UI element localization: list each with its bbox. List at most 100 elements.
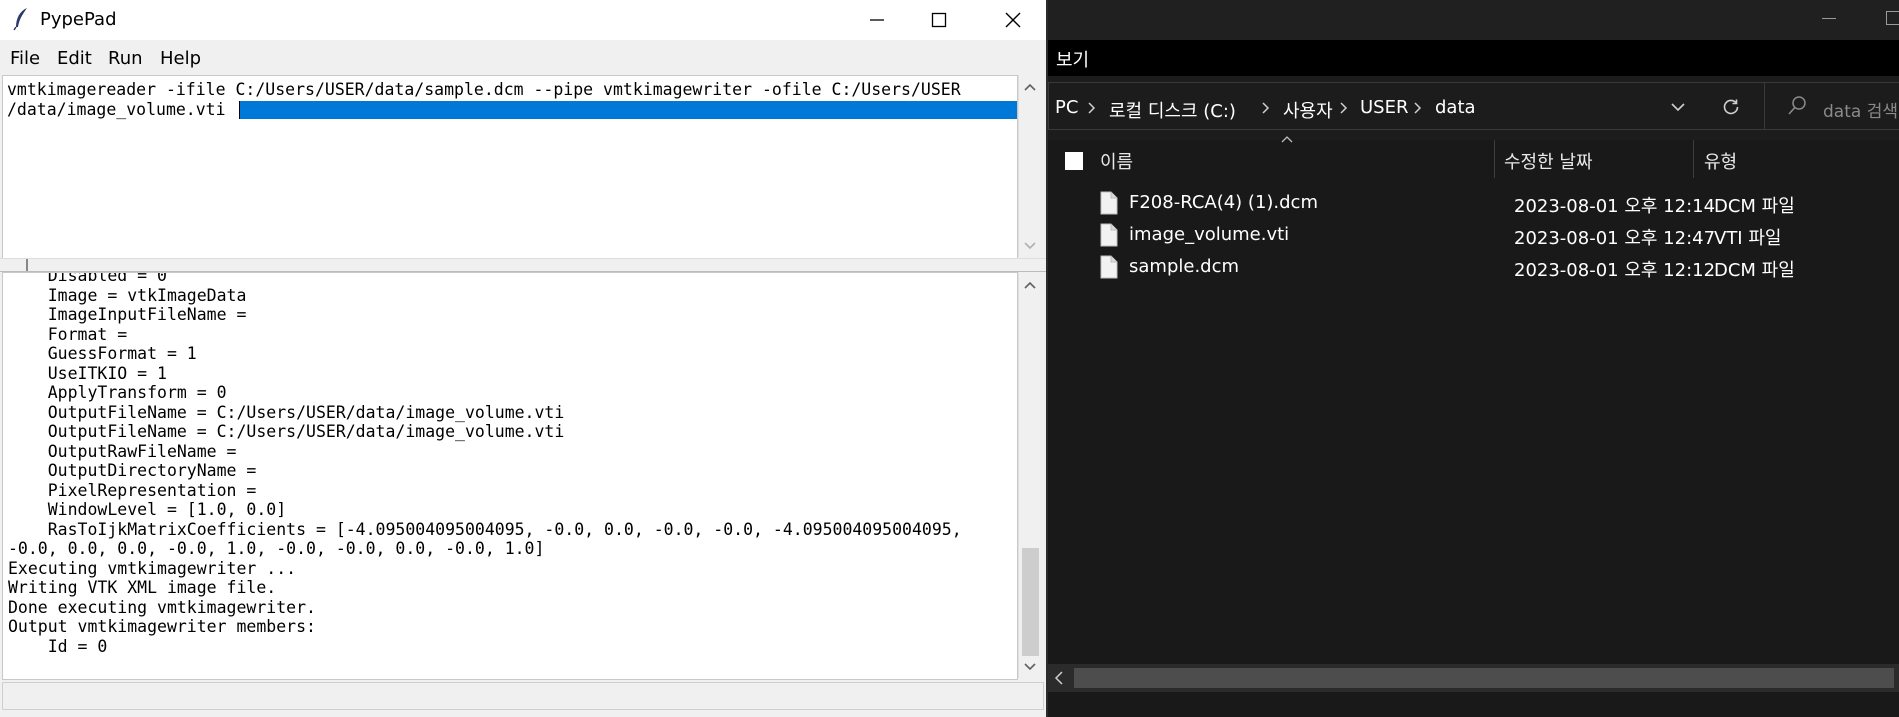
- menu-bar: File Edit Run Help: [0, 40, 1048, 74]
- file-date: 2023-08-01 오후 12:12: [1514, 260, 1716, 281]
- scroll-left-icon[interactable]: [1054, 671, 1064, 685]
- close-button[interactable]: [982, 0, 1044, 40]
- scroll-thumb[interactable]: [1074, 668, 1894, 688]
- file-name: image_volume.vti: [1129, 224, 1290, 245]
- file-type: DCM 파일: [1714, 260, 1795, 281]
- output-line: ApplyTransform = 0: [8, 383, 227, 402]
- status-bar: [2, 682, 1044, 710]
- chevron-right-icon: [1262, 102, 1270, 114]
- output-line: -0.0, 0.0, 0.0, -0.0, 1.0, -0.0, -0.0, 0…: [8, 539, 545, 558]
- output-line: Done executing vmtkimagewriter.: [8, 597, 316, 617]
- output-line: RasToIjkMatrixCoefficients = [-4.0950040…: [8, 519, 962, 539]
- minimize-button[interactable]: [846, 0, 908, 40]
- output-line: OutputFileName = C:/Users/USER/data/imag…: [8, 422, 565, 441]
- output-line: Writing VTK XML image file.: [8, 578, 277, 597]
- column-divider[interactable]: [1494, 140, 1495, 178]
- refresh-icon[interactable]: [1721, 97, 1741, 117]
- input-scrollbar[interactable]: [1018, 75, 1041, 257]
- output-line: OutputFileName = C:/Users/USER/data/imag…: [8, 402, 565, 422]
- output-line: UseITKIO = 1: [8, 363, 167, 383]
- file-explorer-window: 보기 PC 로컬 디스크 (C:) 사용자 USER data data 검색: [1048, 0, 1899, 717]
- explorer-status-bar: [1048, 692, 1899, 717]
- maximize-icon[interactable]: [1886, 11, 1899, 25]
- text-caret: [239, 101, 240, 119]
- scroll-up-icon[interactable]: [1024, 82, 1036, 92]
- splitter-handle[interactable]: [26, 259, 28, 271]
- output-line: PixelRepresentation =: [8, 480, 257, 500]
- output-line: GuessFormat = 1: [8, 344, 197, 363]
- breadcrumb-data[interactable]: data: [1435, 97, 1476, 118]
- file-row[interactable]: F208-RCA(4) (1).dcm 2023-08-01 오후 12:14 …: [1048, 188, 1899, 220]
- output-line: Executing vmtkimagewriter ...: [8, 558, 297, 578]
- chevron-down-icon[interactable]: [1671, 102, 1685, 112]
- pane-splitter[interactable]: [0, 258, 1048, 272]
- scroll-up-icon[interactable]: [1024, 280, 1036, 290]
- command-line: /data/image_volume.vti: [7, 100, 226, 119]
- output-line: WindowLevel = [1.0, 0.0]: [8, 500, 287, 519]
- file-icon: [1100, 223, 1118, 247]
- address-row: PC 로컬 디스크 (C:) 사용자 USER data data 검색: [1048, 76, 1899, 140]
- horizontal-scrollbar[interactable]: [1048, 664, 1899, 692]
- search-icon: [1788, 96, 1806, 115]
- chevron-right-icon: [1414, 102, 1422, 114]
- output-line: Format =: [8, 324, 128, 344]
- menu-help[interactable]: Help: [160, 48, 201, 69]
- search-input[interactable]: data 검색: [1823, 97, 1898, 122]
- output-line: Disabled = 0: [8, 272, 167, 285]
- command-input[interactable]: vmtkimagereader -ifile C:/Users/USER/dat…: [2, 75, 1018, 259]
- maximize-icon: [931, 12, 947, 28]
- menu-file[interactable]: File: [10, 48, 40, 69]
- output-console[interactable]: Disabled = 0 Image = vtkImageData ImageI…: [2, 272, 1018, 680]
- command-line: vmtkimagereader -ifile C:/Users/USER/dat…: [7, 80, 961, 99]
- output-line: Id = 0: [8, 636, 108, 656]
- select-all-checkbox[interactable]: [1065, 152, 1083, 170]
- file-icon: [1100, 191, 1118, 215]
- scroll-down-icon[interactable]: [1024, 662, 1036, 672]
- file-row[interactable]: sample.dcm 2023-08-01 오후 12:12 DCM 파일: [1048, 252, 1899, 284]
- sort-ascending-icon: [1281, 136, 1293, 143]
- minimize-icon[interactable]: [1822, 18, 1836, 19]
- breadcrumb-users[interactable]: 사용자: [1283, 97, 1333, 123]
- column-divider[interactable]: [1693, 140, 1694, 178]
- search-box[interactable]: data 검색: [1764, 82, 1899, 130]
- file-date: 2023-08-01 오후 12:14: [1514, 196, 1716, 217]
- minimize-icon: [870, 19, 884, 21]
- scroll-thumb[interactable]: [1022, 548, 1039, 656]
- maximize-button[interactable]: [908, 0, 970, 40]
- output-line: Output vmtkimagewriter members:: [8, 617, 316, 636]
- column-name[interactable]: 이름: [1100, 148, 1133, 174]
- scroll-down-icon[interactable]: [1024, 241, 1036, 251]
- close-icon: [1005, 12, 1021, 28]
- file-type: VTI 파일: [1714, 228, 1782, 249]
- chevron-right-icon: [1088, 102, 1096, 114]
- breadcrumb-pc[interactable]: PC: [1055, 97, 1078, 118]
- breadcrumb-user[interactable]: USER: [1360, 97, 1408, 118]
- feather-icon: [13, 8, 27, 31]
- column-header-row: 이름 수정한 날짜 유형: [1048, 136, 1899, 180]
- file-name: F208-RCA(4) (1).dcm: [1129, 192, 1318, 213]
- output-line: OutputRawFileName =: [8, 441, 237, 461]
- column-type[interactable]: 유형: [1704, 148, 1737, 174]
- menu-edit[interactable]: Edit: [57, 48, 92, 69]
- window-title: PypePad: [40, 9, 117, 30]
- menu-run[interactable]: Run: [108, 48, 143, 69]
- explorer-title-bar[interactable]: [1048, 0, 1899, 40]
- output-line: OutputDirectoryName =: [8, 461, 257, 480]
- pypepad-window: PypePad File Edit Run Help vmtkimageread…: [0, 0, 1048, 717]
- chevron-right-icon: [1340, 102, 1348, 114]
- title-bar[interactable]: PypePad: [0, 0, 1048, 40]
- address-bar[interactable]: PC 로컬 디스크 (C:) 사용자 USER data: [1048, 82, 1768, 130]
- file-type: DCM 파일: [1714, 196, 1795, 217]
- file-icon: [1100, 255, 1118, 279]
- output-line: ImageInputFileName =: [8, 305, 247, 324]
- file-date: 2023-08-01 오후 12:47: [1514, 228, 1716, 249]
- ribbon-bar: 보기: [1048, 40, 1899, 76]
- output-scrollbar[interactable]: [1018, 272, 1041, 678]
- breadcrumb-local-disk[interactable]: 로컬 디스크 (C:): [1109, 97, 1236, 123]
- text-selection: [239, 101, 1017, 119]
- column-date[interactable]: 수정한 날짜: [1504, 148, 1593, 174]
- file-row[interactable]: image_volume.vti 2023-08-01 오후 12:47 VTI…: [1048, 220, 1899, 252]
- file-name: sample.dcm: [1129, 256, 1240, 277]
- ribbon-tab-view[interactable]: 보기: [1056, 46, 1089, 72]
- output-line: Image = vtkImageData: [8, 285, 247, 305]
